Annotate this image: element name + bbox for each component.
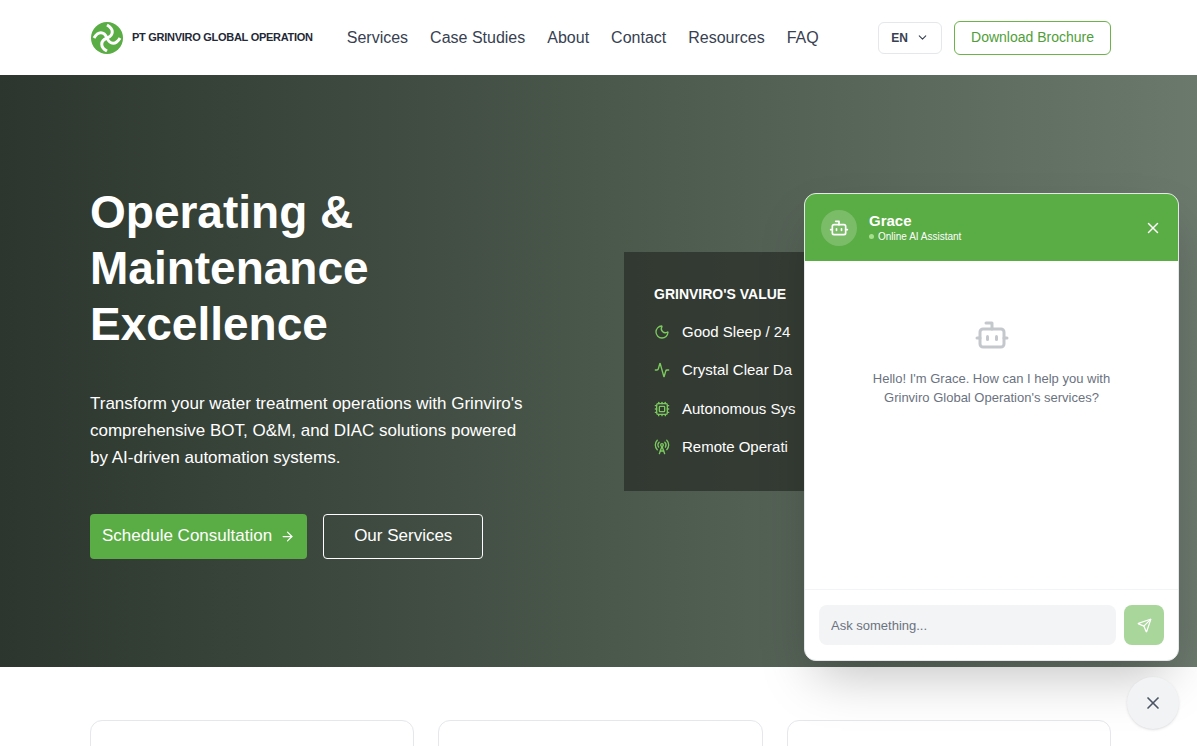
chip-icon [654, 401, 670, 417]
language-select[interactable]: EN [878, 22, 942, 54]
language-label: EN [891, 29, 908, 47]
chat-input[interactable] [819, 605, 1116, 645]
antenna-icon [654, 439, 670, 455]
feature-card [90, 720, 414, 746]
our-services-button[interactable]: Our Services [323, 514, 483, 559]
header: PT GRINVIRO GLOBAL OPERATION Services Case… [0, 0, 1197, 75]
chat-header: GraceOnline AI Assistant [805, 194, 1178, 261]
page: PT GRINVIRO GLOBAL OPERATION Services Case… [0, 0, 1197, 746]
status-dot [869, 234, 874, 239]
nav-link[interactable]: FAQ [787, 26, 819, 50]
bot-icon [974, 317, 1010, 353]
nav-link[interactable]: Contact [611, 26, 666, 50]
send-icon [1137, 618, 1152, 633]
main-nav: Services Case Studies About Contact Resource… [347, 26, 819, 50]
download-brochure-button[interactable]: Download Brochure [954, 21, 1111, 55]
chat-status: Online AI Assistant [869, 231, 961, 244]
hero-subtitle: Transform your water treatment operation… [90, 390, 534, 471]
nav-link[interactable]: Services [347, 26, 408, 50]
send-button[interactable] [1124, 605, 1164, 645]
chat-name: Grace [869, 212, 961, 231]
chat-footer [805, 589, 1178, 660]
chevron-down-icon [916, 31, 929, 44]
hero-buttons: Schedule Consultation Our Services [90, 514, 534, 559]
bot-icon [829, 218, 849, 238]
close-icon[interactable] [1144, 219, 1162, 237]
logo-icon [90, 21, 124, 55]
chat-toggle-button[interactable] [1127, 677, 1179, 729]
nav-link[interactable]: Case Studies [430, 26, 525, 50]
close-icon [1143, 693, 1163, 713]
schedule-consultation-button[interactable]: Schedule Consultation [90, 514, 307, 559]
hero-content: Operating & Maintenance Excellence Transf… [0, 184, 534, 559]
activity-icon [654, 362, 670, 378]
chat-identity: GraceOnline AI Assistant [869, 212, 961, 243]
nav-link[interactable]: About [547, 26, 589, 50]
chat-window: GraceOnline AI Assistant Hello! I'm Grace… [804, 193, 1179, 661]
arrow-right-icon [280, 529, 295, 544]
feature-card [787, 720, 1111, 746]
feature-card [438, 720, 762, 746]
chat-avatar [821, 210, 857, 246]
chat-body: Hello! I'm Grace. How can I help you wit… [805, 261, 1178, 589]
moon-icon [654, 324, 670, 340]
features [0, 667, 1197, 746]
hero-title: Operating & Maintenance Excellence [90, 184, 530, 352]
logo[interactable]: PT GRINVIRO GLOBAL OPERATION [90, 21, 313, 55]
nav-link[interactable]: Resources [688, 26, 764, 50]
header-actions: EN Download Brochure [878, 21, 1111, 55]
logo-text: PT GRINVIRO GLOBAL OPERATION [132, 29, 313, 46]
chat-greeting: Hello! I'm Grace. How can I help you wit… [853, 369, 1130, 407]
